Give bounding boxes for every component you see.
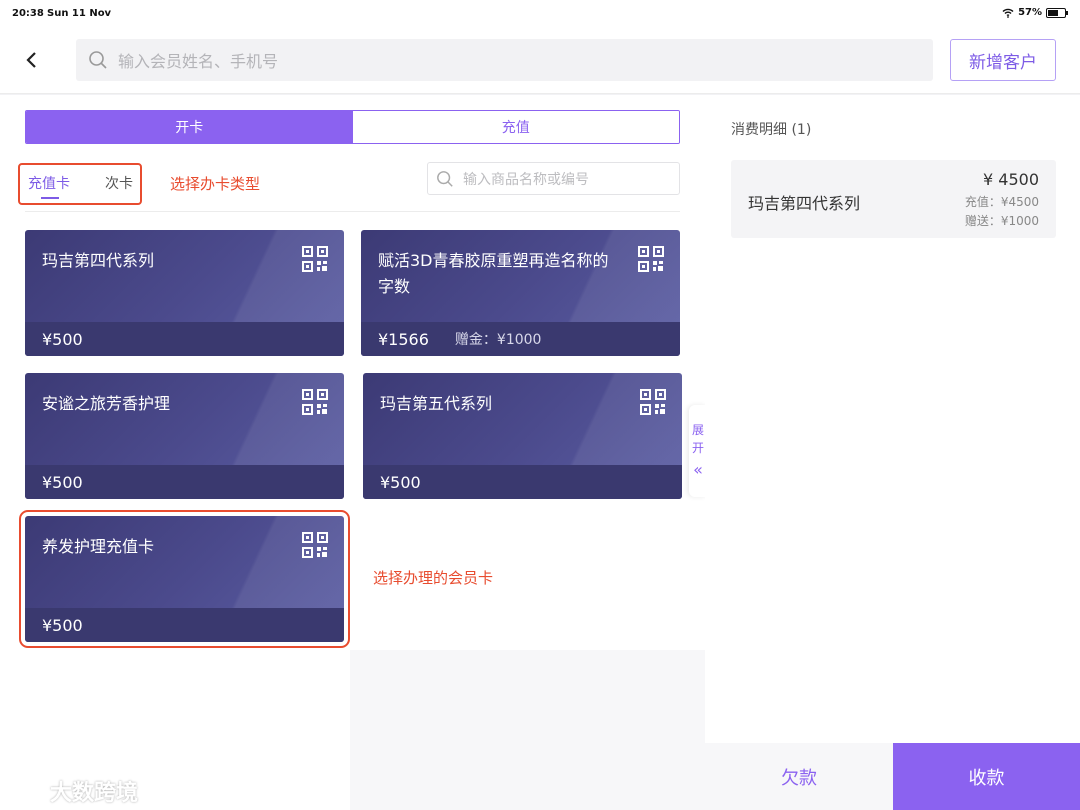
battery-percent: 57%: [1018, 7, 1042, 18]
chevron-left-icon: [26, 52, 36, 68]
status-bar: 20:38 Sun 11 Nov 57%: [0, 0, 1080, 28]
search-icon: [437, 170, 453, 187]
member-search-placeholder: 输入会员姓名、手机号: [118, 52, 279, 71]
card-bonus: 赠金：¥1000: [454, 332, 542, 348]
mode-tabs: 开卡 充值: [25, 110, 680, 144]
member-search-input[interactable]: 输入会员姓名、手机号: [76, 39, 933, 81]
divider: [25, 211, 680, 212]
detail-item-price: ¥ 4500: [983, 170, 1039, 189]
member-card[interactable]: 玛吉第四代系列 ¥500: [25, 230, 344, 356]
detail-item[interactable]: 玛吉第四代系列 ¥ 4500 充值：¥4500 赠送：¥1000: [731, 160, 1056, 238]
top-bar: 输入会员姓名、手机号 新增客户: [0, 28, 1080, 94]
member-card-selected[interactable]: 养发护理充值卡 ¥500: [19, 510, 350, 648]
annotation-select-card: 选择办理的会员卡: [373, 569, 494, 587]
card-footer: ¥500: [25, 465, 344, 499]
card-type-tabs: 充值卡 次卡: [18, 163, 142, 205]
card-price: ¥500: [42, 615, 83, 635]
qr-code-icon: [302, 246, 328, 272]
wifi-icon: [1002, 8, 1014, 18]
tab-recharge[interactable]: 充值: [352, 111, 679, 143]
search-icon: [89, 51, 107, 69]
card-name: 玛吉第五代系列: [380, 394, 493, 413]
card-name: 安谧之旅芳香护理: [42, 394, 171, 413]
qr-code-icon: [640, 389, 666, 415]
back-button[interactable]: [22, 50, 42, 70]
card-name: 玛吉第四代系列: [42, 251, 155, 270]
member-card[interactable]: 赋活3D青春胶原重塑再造名称的字数 ¥1566 赠金：¥1000: [361, 230, 680, 356]
collect-payment-button[interactable]: 收款: [893, 743, 1080, 810]
tab-open-card[interactable]: 开卡: [26, 111, 353, 143]
battery-icon: [1046, 7, 1068, 18]
card-footer: ¥500: [363, 465, 682, 499]
annotation-select-type: 选择办卡类型: [170, 175, 261, 193]
watermark-logo-icon: [10, 781, 44, 800]
watermark: 大数跨境: [10, 775, 138, 807]
card-footer: ¥500: [25, 608, 344, 642]
expand-label: 展开: [692, 423, 705, 455]
member-card[interactable]: 安谧之旅芳香护理 ¥500: [25, 373, 344, 499]
card-price: ¥500: [380, 472, 421, 492]
goods-search-input[interactable]: 输入商品名称或编号: [427, 162, 680, 195]
card-selection-pane: 开卡 充值 充值卡 次卡 选择办卡类型 输入商品名称或编号 玛吉第四代系列 ¥5…: [0, 95, 705, 810]
empty-area: [350, 650, 705, 810]
active-tab-underline: [41, 197, 59, 199]
detail-item-name: 玛吉第四代系列: [748, 194, 861, 213]
goods-search-placeholder: 输入商品名称或编号: [463, 171, 589, 188]
add-customer-button[interactable]: 新增客户: [950, 39, 1056, 81]
debt-button[interactable]: 欠款: [705, 743, 893, 810]
card-price: ¥1566: [378, 329, 429, 349]
card-name: 赋活3D青春胶原重塑再造名称的字数: [378, 251, 609, 296]
qr-code-icon: [302, 532, 328, 558]
detail-title: 消费明细 (1): [731, 122, 812, 138]
member-card[interactable]: 玛吉第五代系列 ¥500: [363, 373, 682, 499]
detail-item-recharge: 充值：¥4500: [964, 195, 1039, 209]
card-footer: ¥1566 赠金：¥1000: [361, 322, 680, 356]
watermark-text: 大数跨境: [50, 781, 139, 806]
consumption-detail-pane: 消费明细 (1) 玛吉第四代系列 ¥ 4500 充值：¥4500 赠送：¥100…: [705, 95, 1080, 810]
tab-count-card[interactable]: 次卡: [105, 173, 133, 193]
tab-stored-value-card[interactable]: 充值卡: [28, 173, 70, 193]
status-time: 20:38: [12, 8, 44, 19]
qr-code-icon: [638, 246, 664, 272]
status-right: 57%: [1002, 7, 1068, 18]
card-footer: ¥500: [25, 322, 344, 356]
card-price: ¥500: [42, 472, 83, 492]
detail-item-gift: 赠送：¥1000: [964, 214, 1039, 228]
card-name: 养发护理充值卡: [42, 537, 155, 556]
card-price: ¥500: [42, 329, 83, 349]
status-date: Sun 11 Nov: [47, 8, 112, 19]
qr-code-icon: [302, 389, 328, 415]
